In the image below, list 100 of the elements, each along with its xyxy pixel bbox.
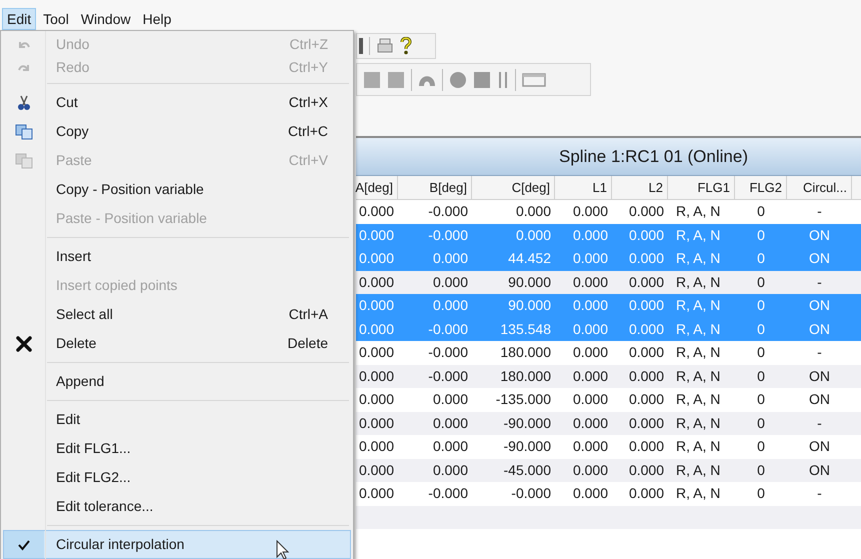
table-cell-text: 90.000 (507, 272, 552, 292)
column-header[interactable]: FLG1 (668, 176, 735, 199)
table-cell-text: 0.000 (628, 249, 665, 268)
table-cell-text: 180.000 (499, 343, 552, 362)
scissors-icon (17, 94, 31, 110)
window-icon[interactable] (522, 70, 546, 88)
table-cell-text: 0.000 (572, 272, 609, 292)
column-header[interactable]: FLG2 (735, 176, 787, 199)
table-row[interactable]: 0.000 -0.000 180.000 0.000 0.000 R, A, N 0 ON (356, 364, 861, 388)
grid-square-icon[interactable] (363, 70, 381, 88)
table-cell-text: 0 (756, 226, 766, 245)
table-cell-text: 0 (756, 249, 766, 268)
table-cell-text: ON (808, 437, 831, 456)
table-cell-text: 0.000 (572, 320, 609, 339)
menu-item[interactable]: Copy Ctrl+C (3, 117, 351, 146)
circle-icon[interactable] (449, 70, 467, 88)
table-cell-text: 0.000 (628, 202, 665, 222)
column-header[interactable]: B[deg] (398, 176, 472, 199)
table-cell-text: 0.000 (432, 437, 469, 456)
menu-bar-item[interactable]: Edit (2, 8, 36, 30)
panel-title: Spline 1:RC1 01 (Online) (559, 146, 748, 168)
delete-icon (16, 336, 32, 352)
menu-item[interactable]: Select all Ctrl+A (3, 300, 351, 329)
menu-item[interactable]: Edit FLG1... (3, 434, 351, 463)
column-header[interactable]: L1 (555, 176, 612, 199)
help-icon[interactable] (400, 37, 412, 55)
table-cell-text: 0 (756, 366, 766, 386)
square-icon[interactable] (473, 70, 491, 88)
table-cell-text: 0.000 (628, 460, 665, 480)
menu-bar-item[interactable]: Help (138, 8, 176, 30)
table-cell-text: 0 (756, 437, 766, 456)
table-cell-text: 0.000 (572, 343, 609, 362)
pause-icon[interactable] (497, 70, 509, 88)
table-cell-text: 0.000 (432, 296, 469, 316)
table-cell-text: 0.000 (358, 226, 395, 245)
table-cell-text: -0.000 (510, 484, 552, 504)
menu-item[interactable]: Delete Delete (3, 329, 351, 358)
table-cell-text: R, A, N (675, 484, 722, 504)
menu-item[interactable]: Edit (3, 405, 351, 434)
table-cell-text: 0 (756, 320, 766, 339)
table-cell-text: 0.000 (358, 437, 395, 456)
table-cell-text: -0.000 (427, 202, 469, 222)
mouse-pointer-icon (276, 540, 290, 559)
table-cell-text: 44.452 (507, 249, 552, 268)
table-cell-text: 0.000 (628, 226, 665, 245)
table-cell-text: 0 (756, 484, 766, 504)
table-cell-text: ON (808, 296, 831, 316)
menu-bar-item[interactable]: Window (76, 8, 136, 30)
grid-square-icon[interactable] (387, 70, 405, 88)
table-cell-text: 0.000 (572, 390, 609, 410)
column-header[interactable]: L2 (612, 176, 668, 199)
table-cell-text: -0.000 (427, 320, 469, 339)
table-cell-text: 135.548 (499, 320, 552, 339)
column-header[interactable]: A[deg] (356, 176, 398, 199)
table-cell-text: R, A, N (675, 366, 722, 386)
menu-item[interactable]: Circular interpolation (3, 530, 351, 559)
table-cell-text: 0.000 (358, 272, 395, 292)
table-cell-text: - (816, 272, 823, 292)
table-row[interactable]: 0.000 0.000 -45.000 0.000 0.000 R, A, N 0 ON (356, 458, 861, 482)
table-cell-text: 90.000 (507, 296, 552, 316)
menu-item[interactable]: Cut Ctrl+X (3, 88, 351, 117)
table-cell-text: 0.000 (628, 296, 665, 316)
table-cell-text: ON (808, 320, 831, 339)
table-cell-text: ON (808, 390, 831, 410)
table-cell-text: R, A, N (675, 226, 722, 245)
table-cell-text: 0.000 (572, 202, 609, 222)
table-row[interactable]: 0.000 0.000 -90.000 0.000 0.000 R, A, N 0 - (356, 412, 861, 435)
table-cell-text: 0 (756, 414, 766, 433)
table-cell-text: 0 (756, 343, 766, 362)
clipboard-icon (15, 152, 33, 168)
table-cell-text: 180.000 (499, 366, 552, 386)
table-cell-text: 0 (756, 272, 766, 292)
menu-item[interactable]: Edit FLG2... (3, 463, 351, 492)
table-cell-text: 0 (756, 390, 766, 410)
menu-item[interactable]: Insert (3, 242, 351, 271)
table-cell-text: 0.000 (432, 249, 469, 268)
table-cell-text: 0.000 (572, 484, 609, 504)
column-header[interactable]: Circul... (787, 176, 852, 199)
column-header[interactable]: C[deg] (472, 176, 555, 199)
table-cell-text: 0.000 (572, 460, 609, 480)
printer-icon[interactable] (376, 37, 394, 55)
table-cell-text: -0.000 (427, 484, 469, 504)
menu-item[interactable]: Append (3, 367, 351, 396)
table-cell-text: ON (808, 460, 831, 480)
table-cell-text: 0.000 (628, 437, 665, 456)
table-cell-text: R, A, N (675, 437, 722, 456)
table-cell-text: -90.000 (502, 437, 552, 456)
table-cell-text: 0.000 (358, 484, 395, 504)
table-cell-text: 0.000 (572, 414, 609, 433)
table-cell-text: - (816, 343, 823, 362)
table-row[interactable]: 0.000 0.000 90.000 0.000 0.000 R, A, N 0 - (356, 270, 861, 294)
table-cell-text: 0.000 (432, 272, 469, 292)
copy-icon (15, 124, 33, 140)
table-cell-text: 0.000 (358, 414, 395, 433)
menu-item[interactable]: Copy - Position variable (3, 175, 351, 204)
table-cell-text: R, A, N (675, 320, 722, 339)
table-cell-text: 0.000 (432, 390, 469, 410)
menu-bar-item[interactable]: Tool (38, 8, 74, 30)
table-cell-text: 0.000 (628, 366, 665, 386)
menu-item[interactable]: Edit tolerance... (3, 492, 351, 521)
